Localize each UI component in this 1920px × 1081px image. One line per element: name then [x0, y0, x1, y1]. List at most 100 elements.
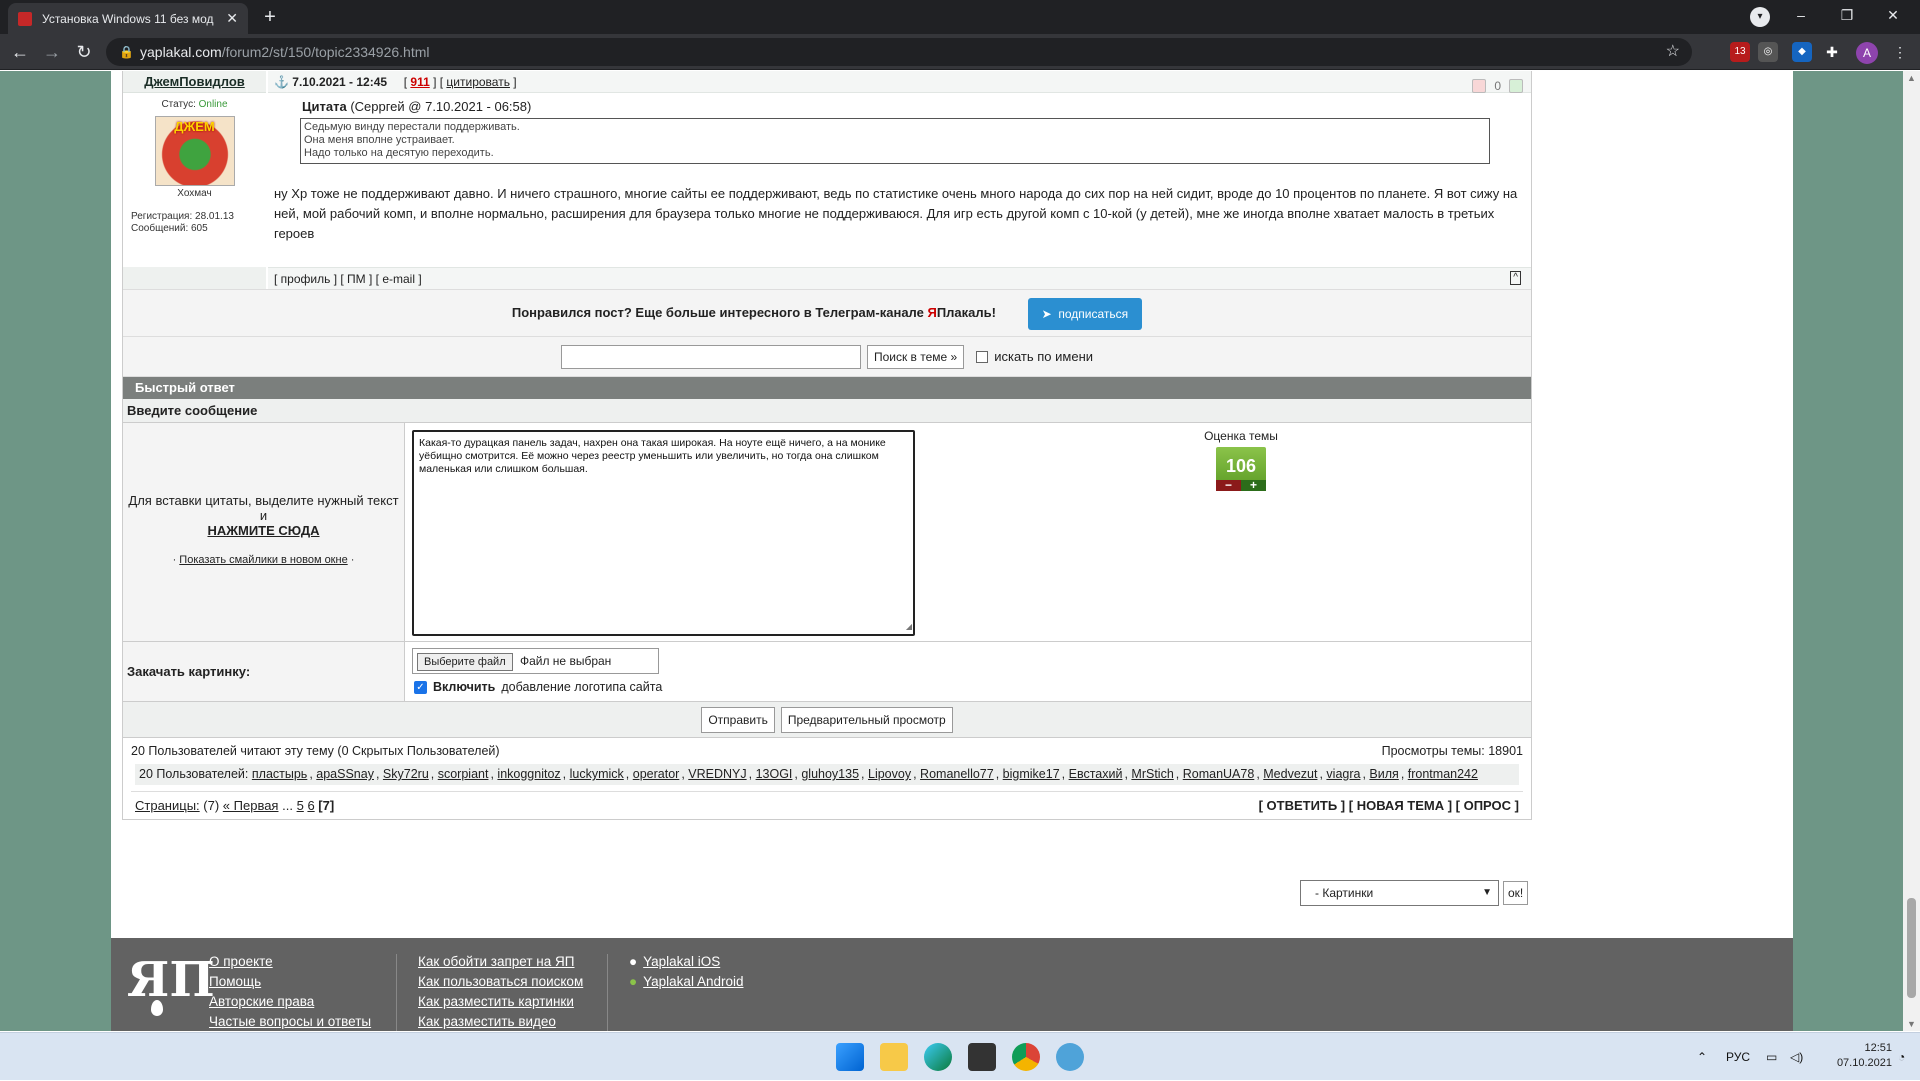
network-app-icon[interactable]: [1056, 1043, 1084, 1071]
show-smileys-link[interactable]: Показать смайлики в новом окне: [179, 554, 347, 566]
reader-link[interactable]: 13OGI: [756, 767, 793, 781]
footer-link[interactable]: Авторские права: [209, 992, 371, 1012]
rate-up-button[interactable]: +: [1241, 479, 1266, 491]
resize-grip-icon[interactable]: ◢: [906, 620, 912, 633]
footer-link[interactable]: Как пользоваться поиском: [418, 972, 583, 992]
first-page-link[interactable]: « Первая: [223, 798, 279, 813]
reader-link[interactable]: scorpiant: [438, 767, 489, 781]
chrome-icon[interactable]: [1012, 1043, 1040, 1071]
back-button[interactable]: ←: [6, 38, 34, 66]
pages-label[interactable]: Страницы:: [135, 798, 200, 813]
forum-jump-select[interactable]: - Картинки ▼: [1300, 880, 1499, 906]
reader-link[interactable]: operator: [633, 767, 680, 781]
author-avatar[interactable]: ДЖЕМ: [154, 116, 235, 186]
quote-link[interactable]: цитировать: [446, 75, 510, 89]
reader-link[interactable]: Lipovoy: [868, 767, 911, 781]
start-windows-icon[interactable]: [836, 1043, 864, 1071]
page-scrollbar[interactable]: ▲ ▼: [1903, 71, 1920, 1031]
yaplakal-logo[interactable]: ЯП: [127, 952, 215, 1016]
reader-link[interactable]: MrStich: [1131, 767, 1173, 781]
rate-down-button[interactable]: −: [1216, 479, 1241, 491]
message-textarea[interactable]: Какая-то дурацкая панель задач, нахрен о…: [412, 430, 915, 636]
footer-link[interactable]: Как обойти запрет на ЯП: [418, 952, 583, 972]
footer-col-apps: ● Yaplakal iOS ● Yaplakal Android: [629, 952, 743, 992]
volume-icon[interactable]: ◁): [1790, 1033, 1803, 1081]
clock[interactable]: 12:51 07.10.2021: [1818, 1041, 1892, 1071]
shield-extension-icon[interactable]: ◆: [1792, 42, 1812, 62]
thumbs-up-icon[interactable]: [1509, 79, 1523, 93]
topic-search-button[interactable]: Поиск в теме »: [866, 344, 965, 369]
reader-link[interactable]: RomanUA78: [1183, 767, 1255, 781]
browser-tab[interactable]: Установка Windows 11 без мод ✕: [8, 3, 248, 34]
forward-button[interactable]: →: [38, 38, 66, 66]
reader-link[interactable]: Виля: [1369, 767, 1398, 781]
reader-link[interactable]: Евстахий: [1069, 767, 1123, 781]
reader-link[interactable]: apaSSnay: [316, 767, 374, 781]
preview-button[interactable]: Предварительный просмотр: [780, 706, 953, 733]
scroll-up-icon[interactable]: ▲: [1907, 73, 1916, 83]
network-icon[interactable]: ▭: [1766, 1033, 1777, 1081]
ios-app-link[interactable]: Yaplakal iOS: [643, 952, 720, 972]
notifications-icon[interactable]: ◔: [1898, 1033, 1905, 1081]
logo-checkbox[interactable]: ✓: [414, 680, 427, 694]
reader-link[interactable]: Romanello77: [920, 767, 994, 781]
telegram-subscribe-button[interactable]: ➤ подписаться: [1027, 297, 1143, 330]
extension-icon[interactable]: ◎: [1758, 42, 1778, 62]
scroll-top-button[interactable]: ^: [1510, 271, 1521, 285]
topic-search-input[interactable]: [560, 344, 861, 369]
edge-icon[interactable]: [924, 1043, 952, 1071]
footer-link[interactable]: Как разместить видео: [418, 1012, 583, 1031]
close-window-button[interactable]: ✕: [1870, 0, 1916, 34]
reader-link[interactable]: Medvezut: [1263, 767, 1317, 781]
footer-link[interactable]: Помощь: [209, 972, 371, 992]
email-link[interactable]: e-mail: [382, 272, 415, 286]
new-tab-button[interactable]: +: [256, 5, 284, 29]
post-author-link[interactable]: ДжемПовидлов: [144, 74, 245, 89]
tab-search-icon[interactable]: ▾: [1750, 7, 1770, 27]
store-icon[interactable]: [968, 1043, 996, 1071]
status-label: Статус:: [161, 99, 196, 110]
reader-link[interactable]: Sky72ru: [383, 767, 429, 781]
pm-link[interactable]: ПМ: [347, 272, 366, 286]
file-input[interactable]: Выберите файл Файл не выбран: [412, 648, 659, 674]
reader-link[interactable]: bigmike17: [1003, 767, 1060, 781]
extensions-puzzle-icon[interactable]: ✚: [1822, 42, 1842, 62]
minimize-button[interactable]: –: [1778, 0, 1824, 34]
post-number-link[interactable]: 911: [410, 75, 429, 89]
reader-link[interactable]: пластырь: [252, 767, 307, 781]
scrollbar-thumb[interactable]: [1907, 898, 1916, 998]
footer-link[interactable]: Частые вопросы и ответы: [209, 1012, 371, 1031]
reload-button[interactable]: ↻: [70, 38, 98, 66]
address-bar[interactable]: 🔒 yaplakal.com/forum2/st/150/topic233492…: [106, 38, 1692, 66]
footer-link[interactable]: Как разместить картинки: [418, 992, 583, 1012]
restore-button[interactable]: ❐: [1824, 0, 1870, 34]
android-app-link[interactable]: Yaplakal Android: [643, 972, 743, 992]
reader-link[interactable]: frontman242: [1408, 767, 1478, 781]
insert-quote-button[interactable]: НАЖМИТЕ СЮДА: [123, 523, 404, 538]
reader-link[interactable]: gluhoy135: [801, 767, 859, 781]
extension-badge-icon[interactable]: 13: [1730, 42, 1750, 62]
scroll-down-icon[interactable]: ▼: [1907, 1019, 1916, 1029]
topic-actions[interactable]: [ ОТВЕТИТЬ ] [ НОВАЯ ТЕМА ] [ ОПРОС ]: [1259, 792, 1519, 820]
tray-chevron-icon[interactable]: ⌃: [1697, 1033, 1707, 1081]
bookmark-star-icon[interactable]: ☆: [1666, 38, 1680, 66]
file-explorer-icon[interactable]: [880, 1043, 908, 1071]
reader-link[interactable]: VREDNYJ: [688, 767, 746, 781]
forum-jump-ok-button[interactable]: ок!: [1503, 881, 1529, 905]
reader-link[interactable]: viagra: [1326, 767, 1360, 781]
page-link-6[interactable]: 6: [307, 798, 314, 813]
search-by-name-checkbox[interactable]: [976, 350, 989, 363]
profile-link[interactable]: профиль: [281, 272, 331, 286]
language-indicator[interactable]: РУС: [1726, 1033, 1750, 1081]
reader-link[interactable]: luckymick: [570, 767, 624, 781]
reader-link[interactable]: inkoggnitoz: [497, 767, 560, 781]
footer-link[interactable]: О проекте: [209, 952, 371, 972]
menu-kebab-icon[interactable]: ⋮: [1886, 38, 1914, 66]
thumbs-down-icon[interactable]: [1472, 79, 1487, 93]
choose-file-button[interactable]: Выберите файл: [417, 653, 513, 671]
profile-avatar[interactable]: A: [1856, 42, 1878, 64]
page-link-5[interactable]: 5: [297, 798, 304, 813]
anchor-icon[interactable]: ⚓: [274, 75, 289, 89]
close-tab-icon[interactable]: ✕: [226, 10, 238, 27]
send-button[interactable]: Отправить: [701, 706, 775, 733]
